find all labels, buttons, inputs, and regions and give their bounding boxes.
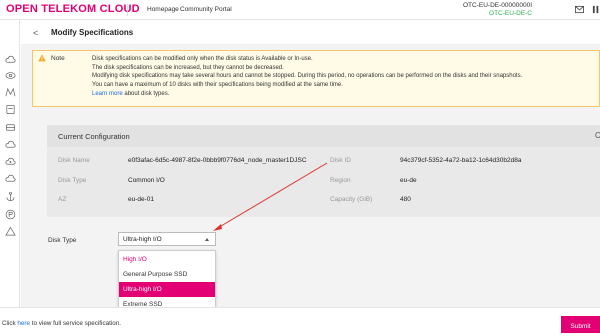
mail-icon[interactable] <box>575 5 584 14</box>
footer-prefix: Click <box>2 320 18 327</box>
config-corner-text: C <box>595 131 600 140</box>
account-info[interactable]: OTC-EU-DE-00000000I OTC-EU-DE-C <box>463 2 532 18</box>
disk-type-value: Common I/O <box>128 177 165 184</box>
cloud-sync-icon[interactable] <box>5 173 16 184</box>
cloud-network-icon[interactable] <box>5 156 16 167</box>
note-line: Disk specifications can be modified only… <box>92 56 313 62</box>
note-learn-line: Learn more about disk types. <box>92 90 522 99</box>
capacity-value: 480 <box>400 196 411 203</box>
learn-more-suffix: about disk types. <box>122 90 170 97</box>
page-title: Modify Specifications <box>51 28 134 37</box>
disk-type-label: Disk Type <box>58 177 87 184</box>
disk-type-dropdown: High I/O General Purpose SSD Ultra-high … <box>118 250 216 310</box>
disk-id-value: 94c379cf-5352-4a72-ba12-1c64d30b2d8a <box>400 157 522 164</box>
note-title: Note <box>51 55 65 62</box>
note-line: Modifying disk specifications may take s… <box>92 73 523 80</box>
database-icon[interactable] <box>5 122 16 133</box>
note-text: Disk specifications can be modified only… <box>92 55 522 99</box>
disk-type-select[interactable]: Ultra-high I/O <box>118 232 216 246</box>
nav-divider <box>127 4 128 16</box>
docs-icon[interactable] <box>592 5 600 14</box>
az-label: AZ <box>58 196 67 203</box>
nav-community-portal[interactable]: Community Portal <box>180 6 232 13</box>
disk-type-field-label: Disk Type <box>48 237 77 244</box>
cloud-icon[interactable] <box>5 54 16 65</box>
capacity-label: Capacity (GiB) <box>330 196 373 203</box>
top-bar: OPEN TELEKOM CLOUD Homepage Community Po… <box>0 0 600 20</box>
circle-p-icon[interactable] <box>5 209 16 220</box>
region-label: Region <box>330 177 351 184</box>
caret-up-icon <box>205 238 209 241</box>
az-value: eu-de-01 <box>128 196 155 203</box>
disk-id-label: Disk ID <box>330 157 351 164</box>
config-card-header <box>47 125 600 147</box>
submit-button[interactable]: Submit <box>561 316 600 333</box>
server-icon[interactable] <box>5 104 16 115</box>
warning-icon[interactable] <box>5 226 16 237</box>
ring-icon[interactable] <box>5 87 16 98</box>
footer-text: Click here to view full service specific… <box>2 320 121 327</box>
anchor-icon[interactable] <box>5 191 16 202</box>
config-title: Current Configuration <box>58 132 130 141</box>
option-ultra-high-io[interactable]: Ultra-high I/O <box>119 282 215 297</box>
service-spec-link[interactable]: here <box>17 320 30 327</box>
page-header: < Modify Specifications <box>21 21 600 45</box>
nav-homepage[interactable]: Homepage <box>147 6 179 13</box>
warning-triangle-icon <box>38 54 46 62</box>
cloud-outline-icon[interactable] <box>5 139 16 150</box>
account-name: OTC-EU-DE-00000000I <box>463 2 532 9</box>
option-high-io[interactable]: High I/O <box>119 252 215 267</box>
service-sidebar <box>0 20 20 336</box>
learn-more-link[interactable]: Learn more <box>92 91 123 97</box>
option-general-purpose-ssd[interactable]: General Purpose SSD <box>119 267 215 282</box>
note-line: The disk specifications can be increased… <box>92 64 284 71</box>
eye-icon[interactable] <box>5 70 16 81</box>
account-region: OTC-EU-DE-C <box>489 10 532 17</box>
disk-type-selected: Ultra-high I/O <box>123 236 162 243</box>
disk-name-label: Disk Name <box>58 157 90 164</box>
footer-suffix: to view full service specification. <box>30 320 122 327</box>
region-value: eu-de <box>400 177 417 184</box>
disk-name-value: e0f3afac-6d5c-4987-8f2e-0bbb9f0776d4_nod… <box>128 157 307 164</box>
back-icon[interactable]: < <box>33 28 38 38</box>
note-line: You can have a maximum of 10 disks with … <box>92 82 343 89</box>
brand-logo[interactable]: OPEN TELEKOM CLOUD <box>6 3 140 15</box>
